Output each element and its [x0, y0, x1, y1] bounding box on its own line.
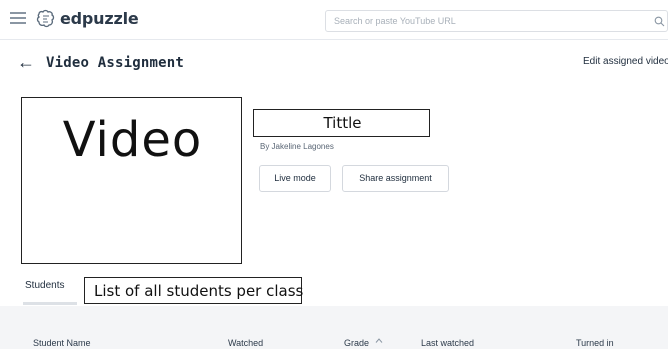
assignment-title: Tittle: [323, 114, 362, 132]
column-student-name[interactable]: Student Name: [33, 338, 91, 348]
search-bar[interactable]: [325, 10, 668, 32]
students-table: [0, 306, 668, 349]
column-watched[interactable]: Watched: [228, 338, 263, 348]
column-turned-in[interactable]: Turned in: [576, 338, 614, 348]
menu-icon[interactable]: [10, 11, 26, 25]
brand-name[interactable]: edpuzzle: [60, 9, 139, 28]
column-grade[interactable]: Grade: [344, 338, 369, 348]
students-annotation: List of all students per class: [94, 282, 304, 300]
search-input[interactable]: [334, 13, 634, 29]
back-arrow-icon[interactable]: ←: [17, 53, 35, 71]
top-navigation-bar: edpuzzle: [0, 0, 668, 40]
edpuzzle-logo-icon[interactable]: [35, 8, 57, 30]
edit-assigned-video-link[interactable]: Edit assigned video: [583, 56, 668, 67]
sort-ascending-icon[interactable]: [375, 337, 383, 344]
tab-students[interactable]: Students: [25, 280, 64, 291]
tab-active-indicator: [23, 302, 77, 305]
search-icon[interactable]: [654, 16, 665, 27]
video-placeholder-label: Video: [62, 112, 203, 168]
students-annotation-box: List of all students per class: [84, 277, 304, 304]
live-mode-button[interactable]: Live mode: [259, 165, 331, 192]
video-thumbnail[interactable]: Video: [21, 97, 242, 264]
column-last-watched[interactable]: Last watched: [421, 338, 474, 348]
page-title: Video Assignment: [46, 55, 185, 71]
assignment-author: By Jakeline Lagones: [260, 142, 334, 151]
share-assignment-button[interactable]: Share assignment: [342, 165, 449, 192]
assignment-title-box: Tittle: [253, 109, 430, 137]
